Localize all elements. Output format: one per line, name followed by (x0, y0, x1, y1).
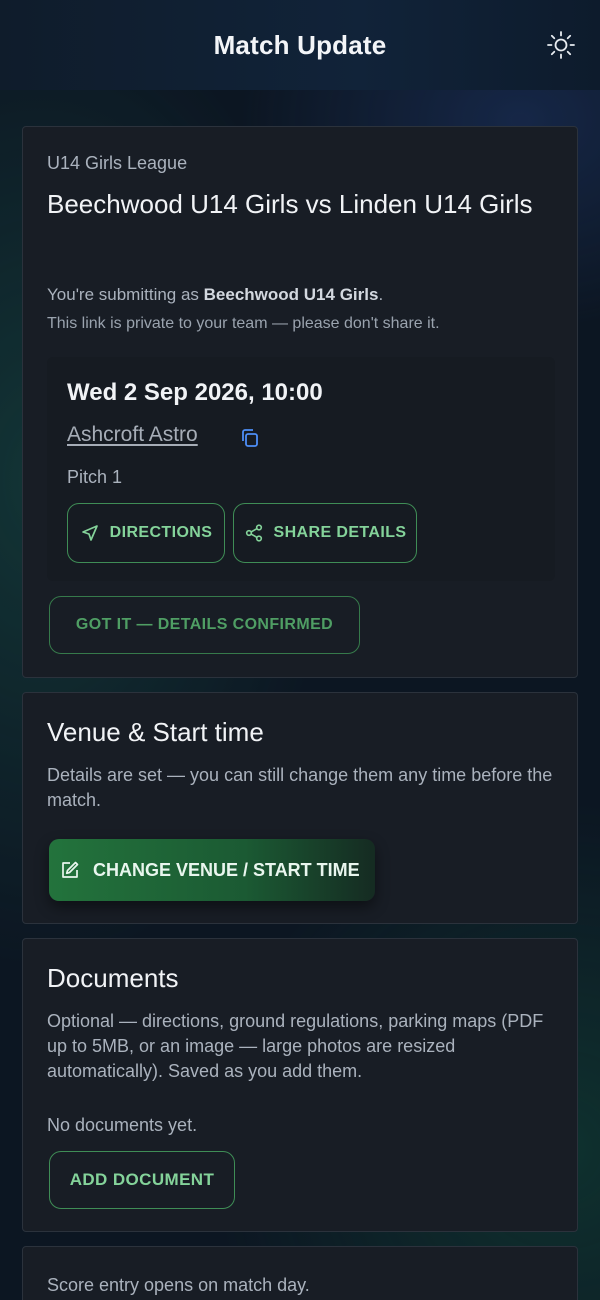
documents-title: Documents (47, 963, 179, 993)
directions-label: DIRECTIONS (109, 524, 213, 541)
team-name: Beechwood U14 Girls (203, 285, 379, 304)
venue-section-description: Details are set — you can still change t… (47, 765, 553, 810)
fixture-details-panel: Wed 2 Sep 2026, 10:00 Ashcroft Astro Pit… (47, 357, 555, 581)
score-card: Score entry opens on match day. (22, 1246, 578, 1300)
copy-icon[interactable] (239, 427, 261, 449)
add-document-button[interactable]: ADD DOCUMENT (49, 1151, 235, 1209)
submitting-as-text: You're submitting as Beechwood U14 Girls… (47, 285, 383, 305)
theme-toggle-button[interactable] (544, 28, 578, 62)
submitting-suffix: . (378, 285, 384, 304)
venue-link[interactable]: Ashcroft Astro (67, 423, 198, 447)
no-documents-text: No documents yet. (47, 1115, 198, 1135)
venue-section-title: Venue & Start time (47, 717, 264, 747)
match-title: Beechwood U14 Girls vs Linden U14 Girls (47, 189, 533, 219)
share-details-button[interactable]: SHARE DETAILS (233, 503, 417, 563)
pitch-label: Pitch 1 (67, 467, 123, 487)
share-icon (245, 524, 262, 542)
change-venue-button[interactable]: CHANGE VENUE / START TIME (49, 839, 375, 901)
confirm-details-button[interactable]: GOT IT — DETAILS CONFIRMED (49, 596, 360, 654)
sun-icon (547, 31, 575, 59)
venue-time-card: Venue & Start time Details are set — you… (22, 692, 578, 924)
match-card: U14 Girls League Beechwood U14 Girls vs … (22, 126, 578, 678)
confirm-details-label: GOT IT — DETAILS CONFIRMED (75, 616, 334, 633)
submitting-prefix: You're submitting as (47, 285, 204, 304)
documents-description: Optional — directions, ground regulation… (47, 1011, 544, 1081)
change-venue-label: CHANGE VENUE / START TIME (93, 859, 360, 880)
score-entry-note: Score entry opens on match day. (47, 1275, 310, 1295)
top-app-bar: Match Update (0, 0, 600, 90)
match-datetime: Wed 2 Sep 2026, 10:00 (67, 379, 323, 406)
navigation-arrow-icon (81, 525, 98, 541)
edit-icon (62, 861, 79, 878)
directions-button[interactable]: DIRECTIONS (67, 503, 225, 563)
add-document-label: ADD DOCUMENT (69, 1170, 215, 1189)
private-note: This link is private to your team — plea… (47, 315, 440, 332)
page-title: Match Update (213, 29, 387, 60)
documents-card: Documents Optional — directions, ground … (22, 938, 578, 1232)
share-details-label: SHARE DETAILS (273, 524, 407, 541)
league-name: U14 Girls League (47, 153, 188, 173)
